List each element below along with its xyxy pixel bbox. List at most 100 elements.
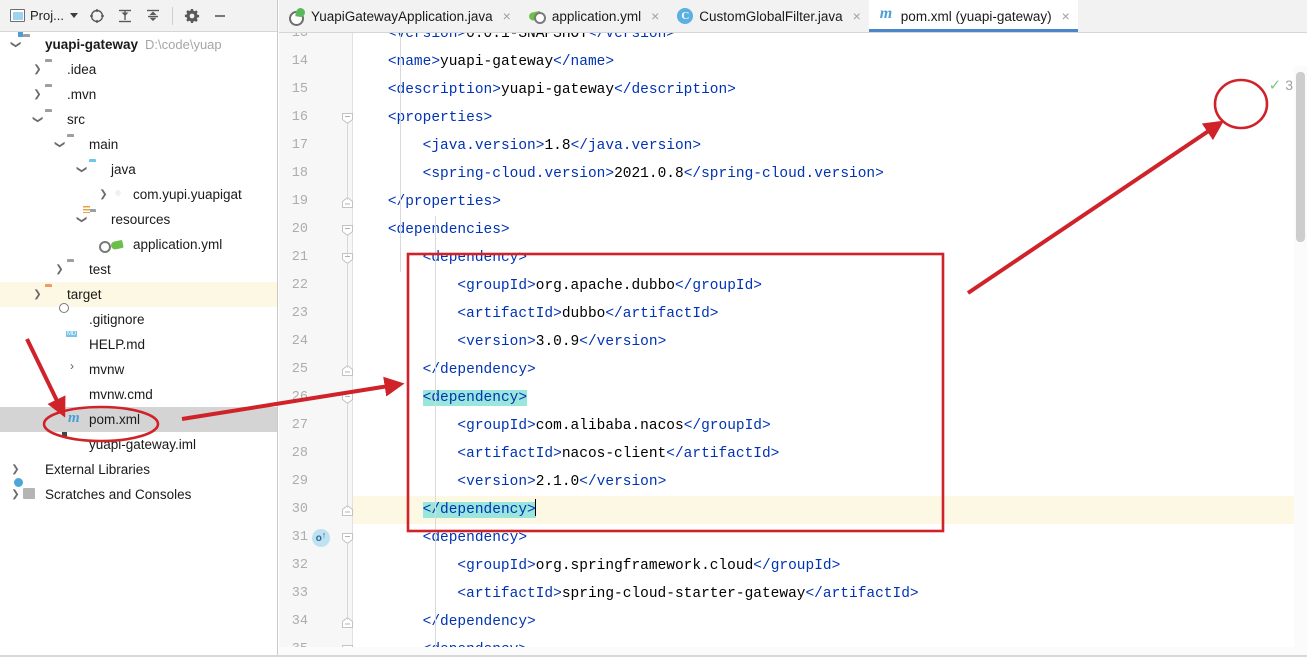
code-line[interactable]: <dependency> [353,244,527,272]
editor-tab-yuapigatewayapplication-java[interactable]: YuapiGatewayApplication.java × [279,0,519,32]
code-line[interactable]: </dependency> [353,608,536,636]
editor-tab-bar[interactable]: YuapiGatewayApplication.java × application… [279,0,1307,33]
code-line[interactable]: <version>0.0.1-SNAPSHOT</version> [353,33,675,48]
inspection-count: 3 [1285,77,1293,93]
code-token: yuapi-gateway [500,82,615,98]
tree-row-yuapi-gateway-iml[interactable]: yuapi-gateway.iml [0,432,277,457]
editor-tab-application-yml[interactable]: application.yml × [518,0,668,32]
run-ancestor-icon[interactable]: o ↑ [312,529,330,547]
collapse-all-icon[interactable] [140,3,166,29]
tree-row-idea[interactable]: ❯ .idea [0,57,277,82]
code-token: nacos-client [561,446,667,462]
markdown-file-icon [67,337,84,353]
iml-file-icon [67,437,84,453]
tree-row-mvnw-cmd[interactable]: mvnw.cmd [0,382,277,407]
code-line[interactable]: </dependency> [353,496,1307,524]
chevron-right-icon[interactable]: ❯ [30,87,45,102]
cmd-script-icon [67,387,84,403]
settings-gear-icon[interactable] [179,3,205,29]
code-line[interactable]: <name>yuapi-gateway</name> [353,48,614,76]
code-line[interactable]: <dependency> [353,524,527,552]
chevron-down-icon[interactable]: ❯ [74,162,89,177]
close-tab-icon[interactable]: × [651,9,659,23]
tree-row-mvnw[interactable]: mvnw [0,357,277,382]
code-line[interactable]: <version>3.0.9</version> [353,328,666,356]
line-number: 23 [291,306,308,321]
close-tab-icon[interactable]: × [1062,9,1070,23]
tree-row-resources[interactable]: ❯ resources [0,207,277,232]
select-opened-file-icon[interactable] [84,3,110,29]
code-line[interactable]: <description>yuapi-gateway</description> [353,76,736,104]
tree-row-application-yml[interactable]: application.yml [0,232,277,257]
folder-icon [45,62,62,78]
code-content[interactable]: <version>0.0.1-SNAPSHOT</version> <name>… [353,33,1307,657]
chevron-right-icon[interactable]: ❯ [8,487,23,502]
project-tree[interactable]: ❯ yuapi-gateway D:\code\yuap ❯ .idea ❯ .mvn ❯ sr… [0,32,277,507]
tree-row-pom-xml[interactable]: pom.xml [0,407,277,432]
tree-row-target[interactable]: ❯ target [0,282,277,307]
chevron-right-icon[interactable]: ❯ [8,462,23,477]
code-line[interactable]: <dependencies> [353,216,510,244]
tree-row-yuapi-gateway[interactable]: ❯ yuapi-gateway D:\code\yuap [0,32,277,57]
code-line[interactable]: <dependency> [353,384,528,412]
editor-gutter[interactable]: 13 14 15 16 17 18 19 20 21 22 23 24 25 26 27 28 29 30 31 o ↑… [279,33,353,657]
chevron-down-icon[interactable]: ❯ [74,212,89,227]
code-token: <groupId> [457,278,536,294]
tree-row-external-libraries[interactable]: ❯ External Libraries [0,457,277,482]
chevron-right-icon[interactable]: ❯ [30,62,45,77]
line-number: 16 [291,110,308,125]
fold-connector-line [347,542,348,620]
code-line[interactable]: <groupId>org.springframework.cloud</grou… [353,552,840,580]
tree-row-help-md[interactable]: HELP.md [0,332,277,357]
chevron-down-icon[interactable]: ❯ [8,37,23,52]
tree-row-mvn[interactable]: ❯ .mvn [0,82,277,107]
code-line[interactable]: <artifactId>dubbo</artifactId> [353,300,718,328]
line-number: 21 [291,250,308,265]
close-tab-icon[interactable]: × [503,9,511,23]
folder-icon [67,262,84,278]
project-view-selector[interactable]: Proj... [6,6,82,25]
line-number: 20 [291,222,308,237]
inspection-widget[interactable]: ✓ 3 [1269,76,1293,94]
chevron-right-icon[interactable]: ❯ [52,262,67,277]
tree-row-java[interactable]: ❯ java [0,157,277,182]
code-line[interactable]: <groupId>org.apache.dubbo</groupId> [353,272,762,300]
code-line[interactable]: <properties> [353,104,492,132]
editor-tab-label: YuapiGatewayApplication.java [311,8,493,24]
chevron-right-icon[interactable]: ❯ [30,287,45,302]
hide-tool-window-icon[interactable] [207,3,233,29]
code-line[interactable]: <version>2.1.0</version> [353,468,666,496]
code-line[interactable]: </properties> [353,188,501,216]
code-line[interactable]: </dependency> [353,356,536,384]
code-line[interactable]: <groupId>com.alibaba.nacos</groupId> [353,412,770,440]
code-editor[interactable]: 13 14 15 16 17 18 19 20 21 22 23 24 25 26 27 28 29 30 31 o ↑… [279,33,1307,657]
indent-guide [434,216,436,657]
excluded-folder-icon [45,287,62,303]
line-number: 14 [291,54,308,69]
code-line[interactable]: <spring-cloud.version>2021.0.8</spring-c… [353,160,884,188]
code-line[interactable]: <artifactId>nacos-client</artifactId> [353,440,779,468]
code-line[interactable]: <artifactId>spring-cloud-starter-gateway… [353,580,918,608]
vertical-scrollbar[interactable] [1294,66,1307,657]
tree-row-com-yupi-yuapigat[interactable]: ❯ com.yupi.yuapigat [0,182,277,207]
code-token: org.apache.dubbo [535,278,675,294]
chevron-down-icon[interactable]: ❯ [30,112,45,127]
tree-row-src[interactable]: ❯ src [0,107,277,132]
yaml-file-icon [111,237,128,253]
close-tab-icon[interactable]: × [853,9,861,23]
tree-row-test[interactable]: ❯ test [0,257,277,282]
editor-tab-pom-xml-yuapi-gateway[interactable]: pom.xml (yuapi-gateway) × [868,0,1078,32]
tree-row-main[interactable]: ❯ main [0,132,277,157]
vertical-scrollbar-thumb[interactable] [1296,72,1305,242]
tree-row-label: mvnw.cmd [89,387,153,402]
chevron-right-icon[interactable]: ❯ [96,187,111,202]
editor-tab-customglobalfilter-java[interactable]: C CustomGlobalFilter.java × [667,0,869,32]
tree-row-gitignore[interactable]: .gitignore [0,307,277,332]
tree-row-scratches-and-consoles[interactable]: ❯ Scratches and Consoles [0,482,277,507]
code-line[interactable]: <java.version>1.8</java.version> [353,132,701,160]
expand-all-icon[interactable] [112,3,138,29]
code-token: <spring-cloud.version> [422,166,615,182]
tree-row-label: Scratches and Consoles [45,487,192,502]
code-token: </description> [614,82,736,98]
chevron-down-icon[interactable]: ❯ [52,137,67,152]
